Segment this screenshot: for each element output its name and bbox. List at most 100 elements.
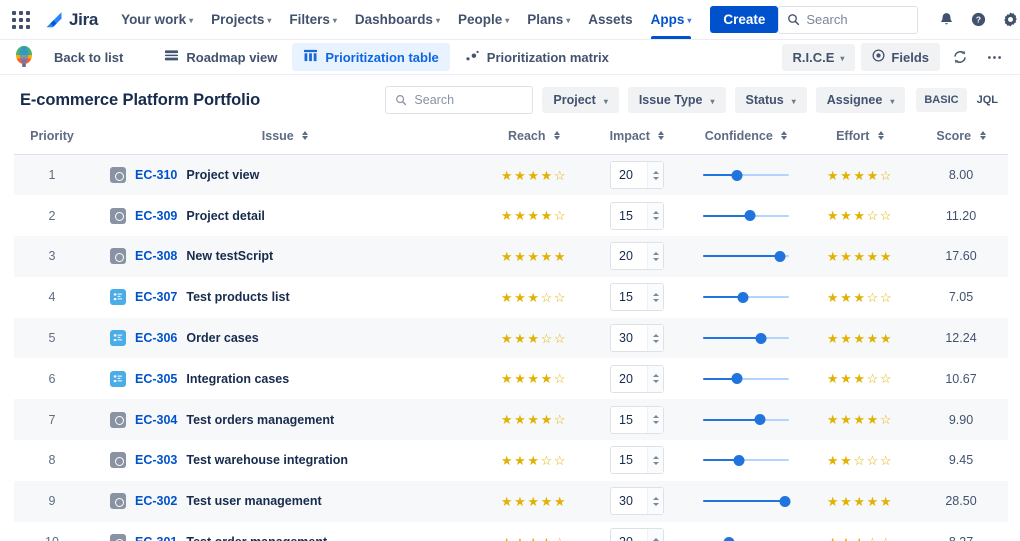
impact-spinner[interactable] (647, 447, 663, 474)
column-header-score[interactable]: Score (914, 119, 1008, 155)
effort-rating[interactable]: ★★★★★ (806, 250, 914, 263)
slider-knob[interactable] (733, 454, 745, 466)
issue-key-link[interactable]: EC-301 (135, 535, 177, 541)
tab-roadmap-view[interactable]: Roadmap view (153, 43, 288, 71)
confidence-slider[interactable] (703, 167, 789, 183)
nav-item-projects[interactable]: Projects ▾ (202, 0, 280, 39)
impact-stepper[interactable]: 15 (610, 405, 664, 434)
table-row[interactable]: 2 EC-309 Project detail ★★★★☆ 15 ★★★☆☆ 11.20 (14, 195, 1008, 236)
effort-rating[interactable]: ★★☆☆☆ (806, 454, 914, 467)
cell-effort[interactable]: ★★★★☆ (806, 155, 914, 196)
filter-status[interactable]: Status ▾ (734, 87, 807, 113)
confidence-slider[interactable] (703, 330, 789, 346)
table-row[interactable]: 8 EC-303 Test warehouse integration ★★★☆☆ 15… (14, 440, 1008, 481)
filter-assignee[interactable]: Assignee ▾ (815, 87, 906, 113)
nav-item-your-work[interactable]: Your work ▾ (112, 0, 202, 39)
impact-spinner[interactable] (647, 406, 663, 433)
global-search-input[interactable]: Search (778, 5, 919, 34)
issue-key-link[interactable]: EC-310 (135, 168, 177, 182)
issue-key-link[interactable]: EC-302 (135, 494, 177, 508)
query-mode-jql[interactable]: JQL (969, 88, 1006, 112)
nav-item-filters[interactable]: Filters ▾ (280, 0, 346, 39)
cell-reach[interactable]: ★★★★☆ (480, 358, 588, 399)
confidence-slider[interactable] (703, 371, 789, 387)
effort-rating[interactable]: ★★★☆☆ (806, 536, 914, 541)
confidence-slider[interactable] (703, 493, 791, 509)
slider-knob[interactable] (779, 495, 791, 507)
impact-stepper[interactable]: 15 (610, 283, 664, 312)
reach-rating[interactable]: ★★★★☆ (480, 372, 588, 385)
impact-stepper[interactable]: 30 (610, 324, 664, 353)
confidence-slider[interactable] (703, 289, 789, 305)
nav-item-people[interactable]: People ▾ (449, 0, 518, 39)
table-row[interactable]: 9 EC-302 Test user management ★★★★★ 30 ★★★★★ 2… (14, 480, 1008, 522)
table-row[interactable]: 10 EC-301 Test order management ★★★★☆ 20 ★★★☆… (14, 522, 1008, 541)
issue-key-link[interactable]: EC-307 (135, 290, 177, 304)
impact-spinner[interactable] (647, 488, 663, 515)
impact-spinner[interactable] (647, 284, 663, 311)
refresh-button[interactable] (946, 43, 974, 71)
issue-key-link[interactable]: EC-304 (135, 413, 177, 427)
impact-stepper[interactable]: 20 (610, 161, 664, 190)
impact-spinner[interactable] (647, 325, 663, 352)
effort-rating[interactable]: ★★★★★ (806, 495, 914, 508)
cell-effort[interactable]: ★★☆☆☆ (806, 440, 914, 481)
fields-button[interactable]: Fields (861, 43, 940, 71)
reach-rating[interactable]: ★★★★☆ (480, 169, 588, 182)
app-switcher-icon[interactable] (8, 7, 34, 33)
slider-knob[interactable] (754, 414, 766, 426)
framework-selector[interactable]: R.I.C.E ▾ (781, 43, 856, 71)
table-row[interactable]: 5 EC-306 Order cases ★★★☆☆ 30 ★★★★★ 12.24 (14, 317, 1008, 359)
slider-knob[interactable] (723, 536, 735, 541)
reach-rating[interactable]: ★★★★☆ (480, 209, 588, 222)
effort-rating[interactable]: ★★★★☆ (806, 413, 914, 426)
filter-issue-type[interactable]: Issue Type ▾ (627, 87, 726, 113)
reach-rating[interactable]: ★★★★★ (480, 495, 588, 508)
nav-item-assets[interactable]: Assets (579, 0, 641, 39)
issue-key-link[interactable]: EC-308 (135, 249, 177, 263)
nav-item-plans[interactable]: Plans ▾ (518, 0, 579, 39)
slider-knob[interactable] (731, 169, 743, 181)
tab-prioritization-table[interactable]: Prioritization table (292, 43, 450, 71)
reach-rating[interactable]: ★★★★★ (480, 250, 588, 263)
reach-rating[interactable]: ★★★☆☆ (480, 291, 588, 304)
impact-stepper[interactable]: 30 (610, 487, 664, 516)
confidence-slider[interactable] (703, 208, 789, 224)
issue-key-link[interactable]: EC-309 (135, 209, 177, 223)
search-input[interactable]: Search (385, 86, 534, 114)
more-options-button[interactable] (980, 43, 1008, 71)
cell-reach[interactable]: ★★★★☆ (480, 195, 588, 236)
back-to-list-link[interactable]: Back to list (46, 45, 131, 70)
issue-key-link[interactable]: EC-306 (135, 331, 177, 345)
cell-effort[interactable]: ★★★★☆ (806, 399, 914, 440)
table-row[interactable]: 3 EC-308 New testScript ★★★★★ 20 ★★★★★ 17.60 (14, 236, 1008, 277)
reach-rating[interactable]: ★★★☆☆ (480, 332, 588, 345)
slider-knob[interactable] (774, 250, 786, 262)
impact-stepper[interactable]: 20 (610, 528, 664, 541)
effort-rating[interactable]: ★★★☆☆ (806, 291, 914, 304)
confidence-slider[interactable] (703, 534, 789, 541)
reach-rating[interactable]: ★★★★☆ (480, 536, 588, 541)
cell-effort[interactable]: ★★★☆☆ (806, 195, 914, 236)
issue-key-link[interactable]: EC-303 (135, 453, 177, 467)
cell-effort[interactable]: ★★★★★ (806, 318, 914, 359)
table-row[interactable]: 6 EC-305 Integration cases ★★★★☆ 20 ★★★☆☆ 10.6… (14, 358, 1008, 399)
cell-effort[interactable]: ★★★☆☆ (806, 277, 914, 318)
confidence-slider[interactable] (703, 248, 789, 264)
column-header-issue[interactable]: Issue (90, 119, 480, 155)
issue-key-link[interactable]: EC-305 (135, 372, 177, 386)
cell-effort[interactable]: ★★★★★ (806, 481, 914, 522)
nav-item-apps[interactable]: Apps ▾ (642, 0, 701, 39)
cell-reach[interactable]: ★★★★★ (480, 481, 588, 522)
effort-rating[interactable]: ★★★★☆ (806, 169, 914, 182)
table-row[interactable]: 7 EC-304 Test orders management ★★★★☆ 15 ★★★★… (14, 399, 1008, 441)
impact-spinner[interactable] (647, 529, 663, 541)
impact-stepper[interactable]: 15 (610, 446, 664, 475)
tab-prioritization-matrix[interactable]: Prioritization matrix (454, 43, 620, 71)
effort-rating[interactable]: ★★★☆☆ (806, 209, 914, 222)
impact-stepper[interactable]: 20 (610, 242, 664, 271)
cell-reach[interactable]: ★★★☆☆ (480, 277, 588, 318)
column-header-impact[interactable]: Impact (588, 119, 686, 155)
effort-rating[interactable]: ★★★★★ (806, 332, 914, 345)
impact-spinner[interactable] (647, 202, 663, 229)
